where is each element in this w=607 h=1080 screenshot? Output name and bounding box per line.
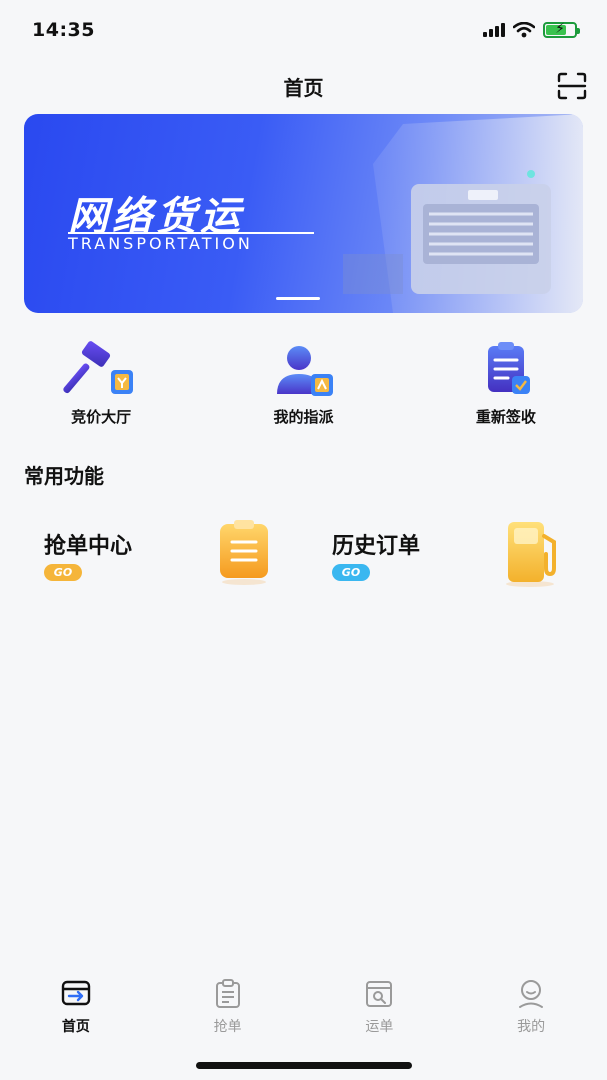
- quick-action-label: 重新签收: [475, 408, 536, 426]
- quick-action-label: 竞价大厅: [71, 408, 132, 426]
- wifi-icon: [513, 22, 535, 38]
- status-time: 14:35: [32, 19, 95, 41]
- home-icon: [61, 980, 91, 1006]
- scan-icon[interactable]: [557, 72, 587, 100]
- func-card-history-orders[interactable]: 历史订单 GO: [332, 510, 572, 590]
- status-icons: ⚡: [483, 21, 580, 38]
- tab-label: 我的: [517, 1019, 546, 1035]
- section-title: 常用功能: [24, 464, 104, 488]
- quick-actions: 竞价大厅 我的指派 重新签收: [0, 340, 607, 430]
- hero-banner[interactable]: 网络货运 TRANSPORTATION: [24, 114, 583, 313]
- func-card-grab-center[interactable]: 抢单中心 GO: [44, 510, 284, 590]
- signal-icon: [483, 23, 505, 37]
- tab-label: 首页: [61, 1019, 90, 1035]
- quick-action-resign[interactable]: 重新签收: [405, 340, 607, 430]
- tab-grab-order[interactable]: 抢单: [152, 970, 304, 1040]
- banner-subtitle: TRANSPORTATION: [68, 234, 253, 253]
- battery-icon: ⚡: [543, 21, 580, 38]
- nav-header: 首页: [0, 62, 607, 110]
- quick-action-auction[interactable]: 竞价大厅: [0, 340, 202, 430]
- auction-hammer-icon: [63, 341, 134, 394]
- tab-label: 运单: [365, 1019, 394, 1035]
- grab-order-icon: [215, 979, 240, 1008]
- tab-waybill[interactable]: 运单: [304, 970, 456, 1040]
- tab-profile[interactable]: 我的: [455, 970, 607, 1040]
- go-badge: GO: [332, 564, 370, 581]
- fuel-pump-icon: [506, 522, 556, 587]
- banner-dot-active: [276, 297, 320, 300]
- truck-image: [343, 114, 583, 313]
- tab-label: 抢单: [213, 1019, 242, 1035]
- go-badge: GO: [44, 564, 82, 581]
- profile-icon: [519, 980, 544, 1008]
- waybill-icon: [366, 981, 393, 1007]
- tab-home[interactable]: 首页: [0, 970, 152, 1040]
- tab-bar: 首页 抢单 运单 我的: [0, 970, 607, 1040]
- home-indicator: [196, 1062, 412, 1069]
- func-label: 抢单中心: [44, 534, 133, 559]
- assign-user-icon: [277, 346, 334, 396]
- banner-pagination: [276, 297, 320, 300]
- re-sign-clipboard-icon: [487, 342, 530, 394]
- quick-action-label: 我的指派: [273, 408, 334, 426]
- page-title: 首页: [283, 75, 324, 100]
- clipboard-icon: [220, 520, 268, 585]
- func-label: 历史订单: [332, 534, 421, 559]
- quick-action-assign[interactable]: 我的指派: [202, 340, 404, 430]
- status-bar: 14:35 ⚡: [0, 0, 607, 60]
